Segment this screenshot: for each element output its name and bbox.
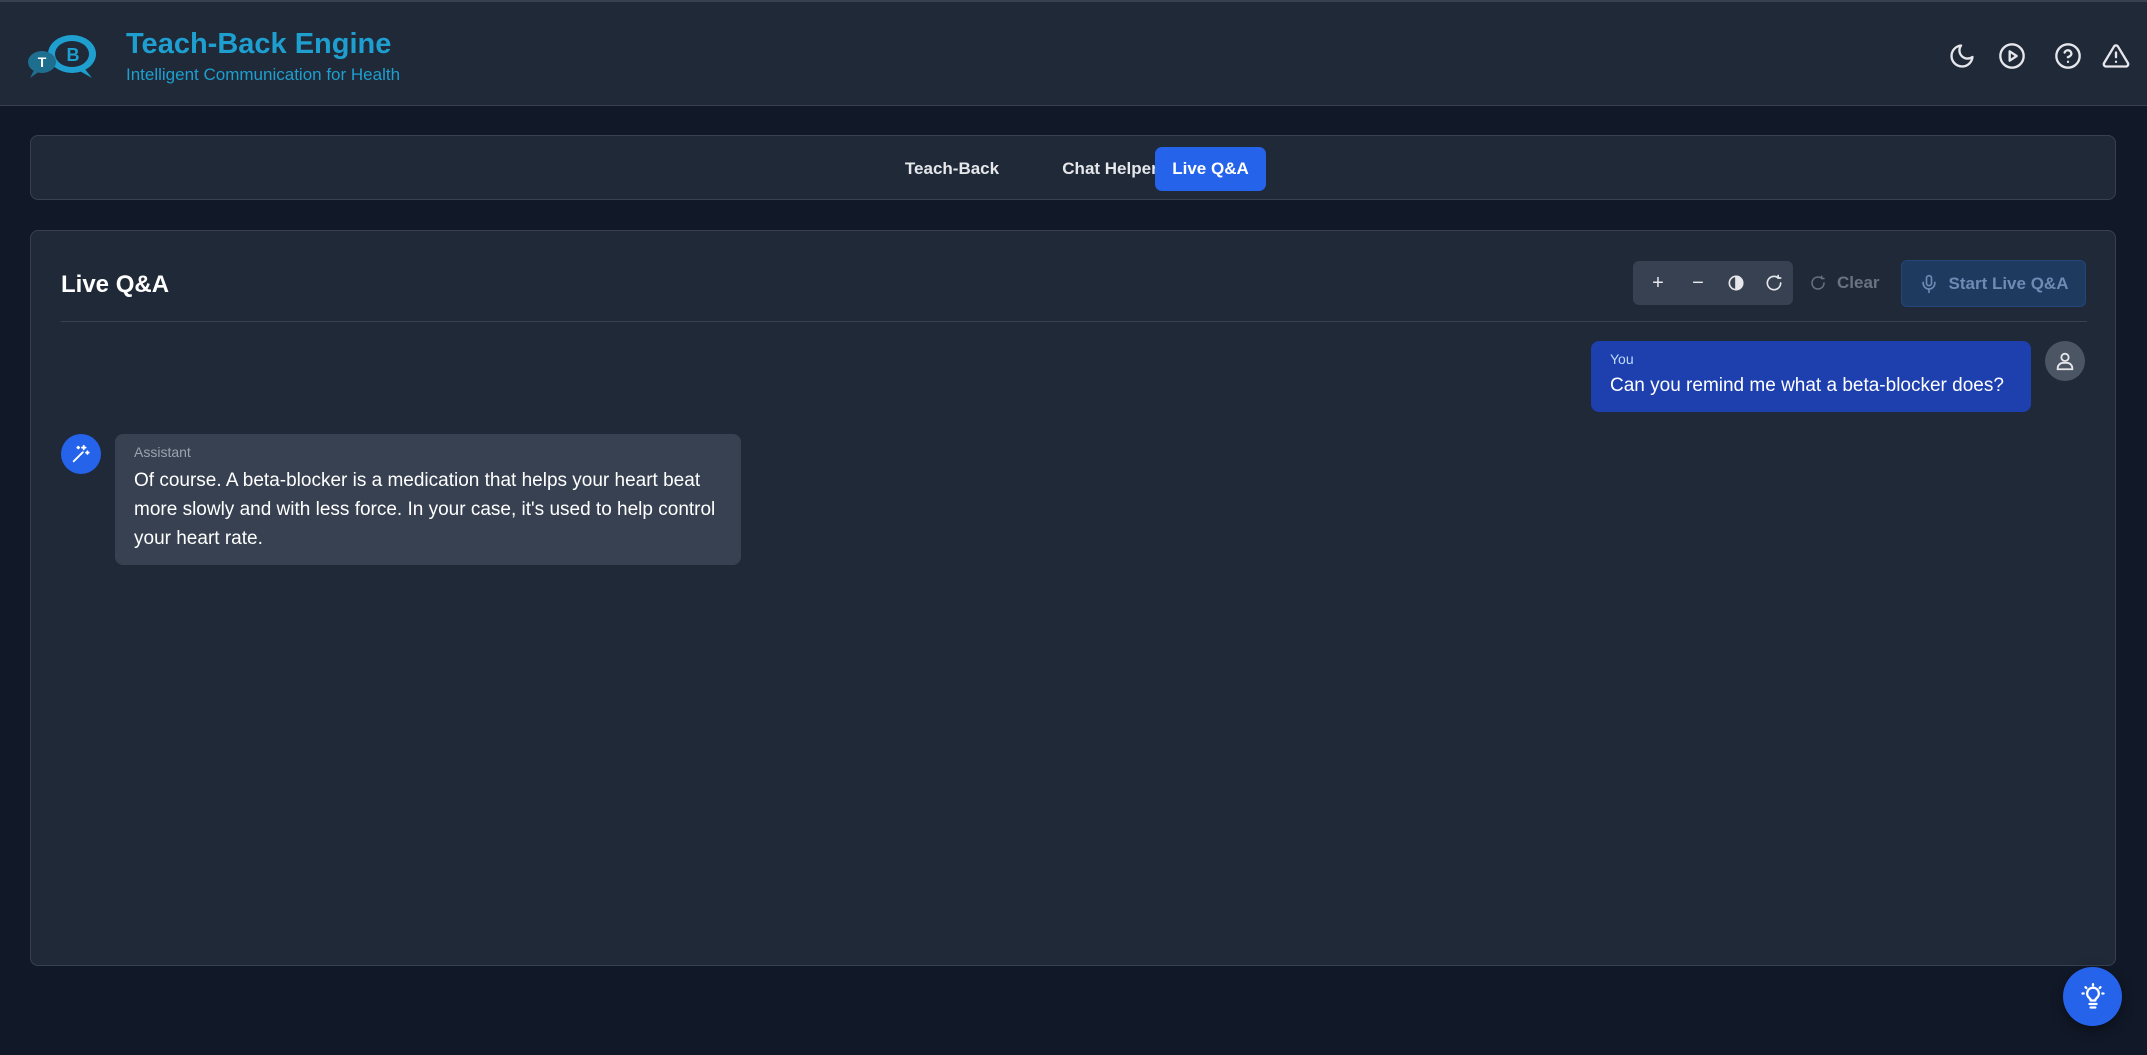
panel-title: Live Q&A	[61, 271, 170, 298]
app-header: T B Teach-Back Engine Intelligent Commun…	[0, 0, 2147, 106]
dark-mode-toggle[interactable]	[1946, 40, 1978, 72]
logo-icon: T B	[28, 35, 96, 78]
microphone-icon	[1921, 274, 1936, 293]
help-button[interactable]	[2052, 40, 2084, 72]
logo-letter-t: T	[38, 54, 47, 70]
play-circle-icon	[1999, 43, 2025, 69]
logo: T B	[26, 30, 100, 82]
clear-button[interactable]: Clear	[1809, 261, 1895, 305]
app-subtitle: Intelligent Communication for Health	[126, 65, 401, 84]
user-message: You Can you remind me what a beta-blocke…	[1591, 341, 2031, 412]
tab-live-qa[interactable]: Live Q&A	[1155, 147, 1266, 191]
logo-letter-b: B	[67, 45, 80, 65]
warning-triangle-icon	[2102, 44, 2130, 68]
contrast-icon	[1728, 275, 1744, 291]
user-avatar	[2045, 341, 2085, 381]
tips-fab-button[interactable]	[2063, 967, 2122, 1026]
message-text: Can you remind me what a beta-blocker do…	[1610, 375, 2004, 396]
increase-font-button[interactable]: +	[1643, 268, 1673, 298]
user-icon	[2056, 352, 2074, 371]
magic-wand-icon	[72, 444, 90, 463]
message-sender: You	[1610, 351, 1634, 367]
message-sender: Assistant	[134, 444, 191, 460]
refresh-icon	[1811, 275, 1825, 290]
plus-icon: +	[1652, 271, 1664, 294]
moon-icon	[1950, 44, 1974, 68]
live-qa-panel: Live Q&A + − Clear Start Live Q&A You Ca…	[30, 230, 2116, 966]
reset-accessibility-button[interactable]	[1759, 268, 1789, 298]
clear-label: Clear	[1837, 273, 1880, 292]
tab-bar: Teach-Back Chat Helper Live Q&A	[30, 135, 2116, 200]
report-issue-button[interactable]	[2100, 40, 2132, 72]
accessibility-controls: + −	[1633, 261, 1793, 305]
demo-button[interactable]	[1996, 40, 2028, 72]
app-title: Teach-Back Engine	[126, 28, 392, 60]
help-circle-icon	[2055, 43, 2081, 69]
assistant-avatar	[61, 434, 101, 474]
minus-icon: −	[1692, 271, 1704, 294]
tab-teach-back[interactable]: Teach-Back	[885, 147, 1019, 191]
divider	[61, 321, 2087, 322]
message-text: Of course. A beta-blocker is a medicatio…	[134, 470, 716, 549]
start-live-qa-label: Start Live Q&A	[1948, 273, 2069, 293]
start-live-qa-button[interactable]: Start Live Q&A	[1901, 260, 2086, 307]
assistant-message: Assistant Of course. A beta-blocker is a…	[115, 434, 741, 565]
contrast-button[interactable]	[1721, 268, 1751, 298]
reset-icon	[1766, 274, 1782, 291]
decrease-font-button[interactable]: −	[1683, 268, 1713, 298]
lightbulb-icon	[2080, 982, 2105, 1009]
